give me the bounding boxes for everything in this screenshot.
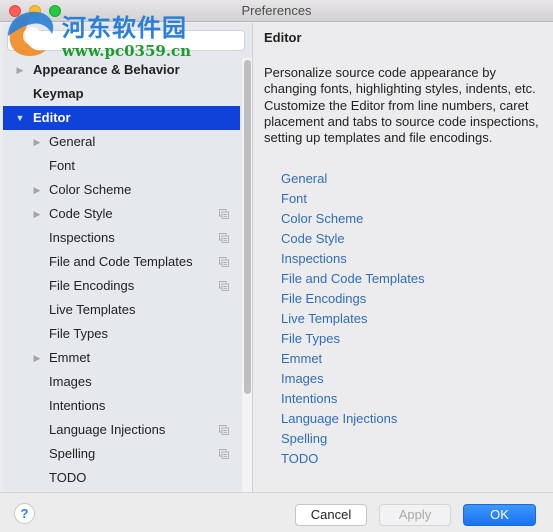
- tree-item-file-types[interactable]: File Types: [3, 322, 240, 346]
- tree-item-label: Language Injections: [49, 422, 166, 437]
- tree-item-label: Color Scheme: [49, 182, 132, 197]
- tree-item-label: Live Templates: [49, 302, 136, 317]
- settings-content-panel: Editor Personalize source code appearanc…: [254, 23, 553, 492]
- tree-item-label: Emmet: [49, 350, 91, 365]
- link-spelling[interactable]: Spelling: [281, 429, 425, 449]
- chevron-right-icon[interactable]: ▶: [32, 130, 42, 154]
- settings-sidebar: ▶ Appearance & Behavior Keymap ▼ Editor ▶ Gene…: [3, 23, 253, 492]
- tree-item-label: File Encodings: [49, 278, 135, 293]
- tree-item-inspections[interactable]: Inspections: [3, 226, 240, 250]
- tree-item-file-encodings[interactable]: File Encodings: [3, 274, 240, 298]
- tree-item-appearance-behavior[interactable]: ▶ Appearance & Behavior: [3, 58, 240, 82]
- tree-item-label: Inspections: [49, 230, 115, 245]
- window-title: Preferences: [241, 3, 312, 18]
- link-live-templates[interactable]: Live Templates: [281, 309, 425, 329]
- minimize-window-button[interactable]: [29, 5, 41, 17]
- link-inspections[interactable]: Inspections: [281, 249, 425, 269]
- chevron-right-icon[interactable]: ▶: [32, 178, 42, 202]
- tree-item-language-injections[interactable]: Language Injections: [3, 418, 240, 442]
- tree-item-label: Images: [49, 374, 92, 389]
- link-general[interactable]: General: [281, 169, 425, 189]
- tree-item-label: Editor: [33, 110, 71, 125]
- tree-item-editor[interactable]: ▼ Editor: [3, 106, 240, 130]
- tree-item-label: File Types: [49, 326, 109, 341]
- help-button[interactable]: ?: [14, 503, 35, 524]
- link-emmet[interactable]: Emmet: [281, 349, 425, 369]
- scrollbar-thumb[interactable]: [244, 60, 251, 394]
- tree-item-label: Intentions: [49, 398, 106, 413]
- tree-item-label: Appearance & Behavior: [33, 62, 180, 77]
- question-mark-icon: ?: [20, 506, 29, 521]
- link-file-encodings[interactable]: File Encodings: [281, 289, 425, 309]
- tree-item-label: TODO: [49, 470, 87, 485]
- chevron-down-icon[interactable]: ▼: [15, 106, 25, 130]
- subpage-links: General Font Color Scheme Code Style Inspect…: [281, 169, 425, 469]
- tree-item-live-templates[interactable]: Live Templates: [3, 298, 240, 322]
- close-window-button[interactable]: [9, 5, 21, 17]
- tree-item-label: File and Code Templates: [49, 254, 193, 269]
- link-intentions[interactable]: Intentions: [281, 389, 425, 409]
- dialog-footer: ? Cancel Apply OK: [0, 492, 553, 532]
- tree-item-label: Spelling: [49, 446, 96, 461]
- tree-item-file-and-code-templates[interactable]: File and Code Templates: [3, 250, 240, 274]
- link-code-style[interactable]: Code Style: [281, 229, 425, 249]
- project-scope-icon: [219, 281, 229, 291]
- link-language-injections[interactable]: Language Injections: [281, 409, 425, 429]
- page-title: Editor: [264, 30, 302, 45]
- tree-item-emmet[interactable]: ▶ Emmet: [3, 346, 240, 370]
- maximize-window-button[interactable]: [49, 5, 61, 17]
- chevron-right-icon[interactable]: ▶: [15, 58, 25, 82]
- tree-item-intentions[interactable]: Intentions: [3, 394, 240, 418]
- project-scope-icon: [219, 209, 229, 219]
- ok-button[interactable]: OK: [463, 504, 536, 526]
- tree-item-color-scheme[interactable]: ▶ Color Scheme: [3, 178, 240, 202]
- tree-item-label: Keymap: [33, 86, 84, 101]
- project-scope-icon: [219, 425, 229, 435]
- search-input[interactable]: [7, 30, 245, 51]
- link-images[interactable]: Images: [281, 369, 425, 389]
- apply-button[interactable]: Apply: [379, 504, 451, 526]
- link-file-and-code-templates[interactable]: File and Code Templates: [281, 269, 425, 289]
- project-scope-icon: [219, 257, 229, 267]
- sidebar-scrollbar[interactable]: [241, 58, 252, 492]
- tree-item-font[interactable]: Font: [3, 154, 240, 178]
- chevron-right-icon[interactable]: ▶: [32, 346, 42, 370]
- tree-item-label: Font: [49, 158, 76, 173]
- tree-item-label: Code Style: [49, 206, 113, 221]
- tree-item-general[interactable]: ▶ General: [3, 130, 240, 154]
- project-scope-icon: [219, 233, 229, 243]
- tree-item-images[interactable]: Images: [3, 370, 240, 394]
- link-file-types[interactable]: File Types: [281, 329, 425, 349]
- link-font[interactable]: Font: [281, 189, 425, 209]
- tree-item-todo[interactable]: TODO: [3, 466, 240, 490]
- page-description: Personalize source code appearance by ch…: [264, 65, 539, 146]
- cancel-button[interactable]: Cancel: [295, 504, 367, 526]
- tree-item-code-style[interactable]: ▶ Code Style: [3, 202, 240, 226]
- link-color-scheme[interactable]: Color Scheme: [281, 209, 425, 229]
- tree-item-keymap[interactable]: Keymap: [3, 82, 240, 106]
- settings-tree: ▶ Appearance & Behavior Keymap ▼ Editor ▶ Gene…: [3, 58, 240, 490]
- link-todo[interactable]: TODO: [281, 449, 425, 469]
- chevron-right-icon[interactable]: ▶: [32, 202, 42, 226]
- title-bar: Preferences: [0, 0, 553, 22]
- tree-item-spelling[interactable]: Spelling: [3, 442, 240, 466]
- project-scope-icon: [219, 449, 229, 459]
- tree-item-label: General: [49, 134, 96, 149]
